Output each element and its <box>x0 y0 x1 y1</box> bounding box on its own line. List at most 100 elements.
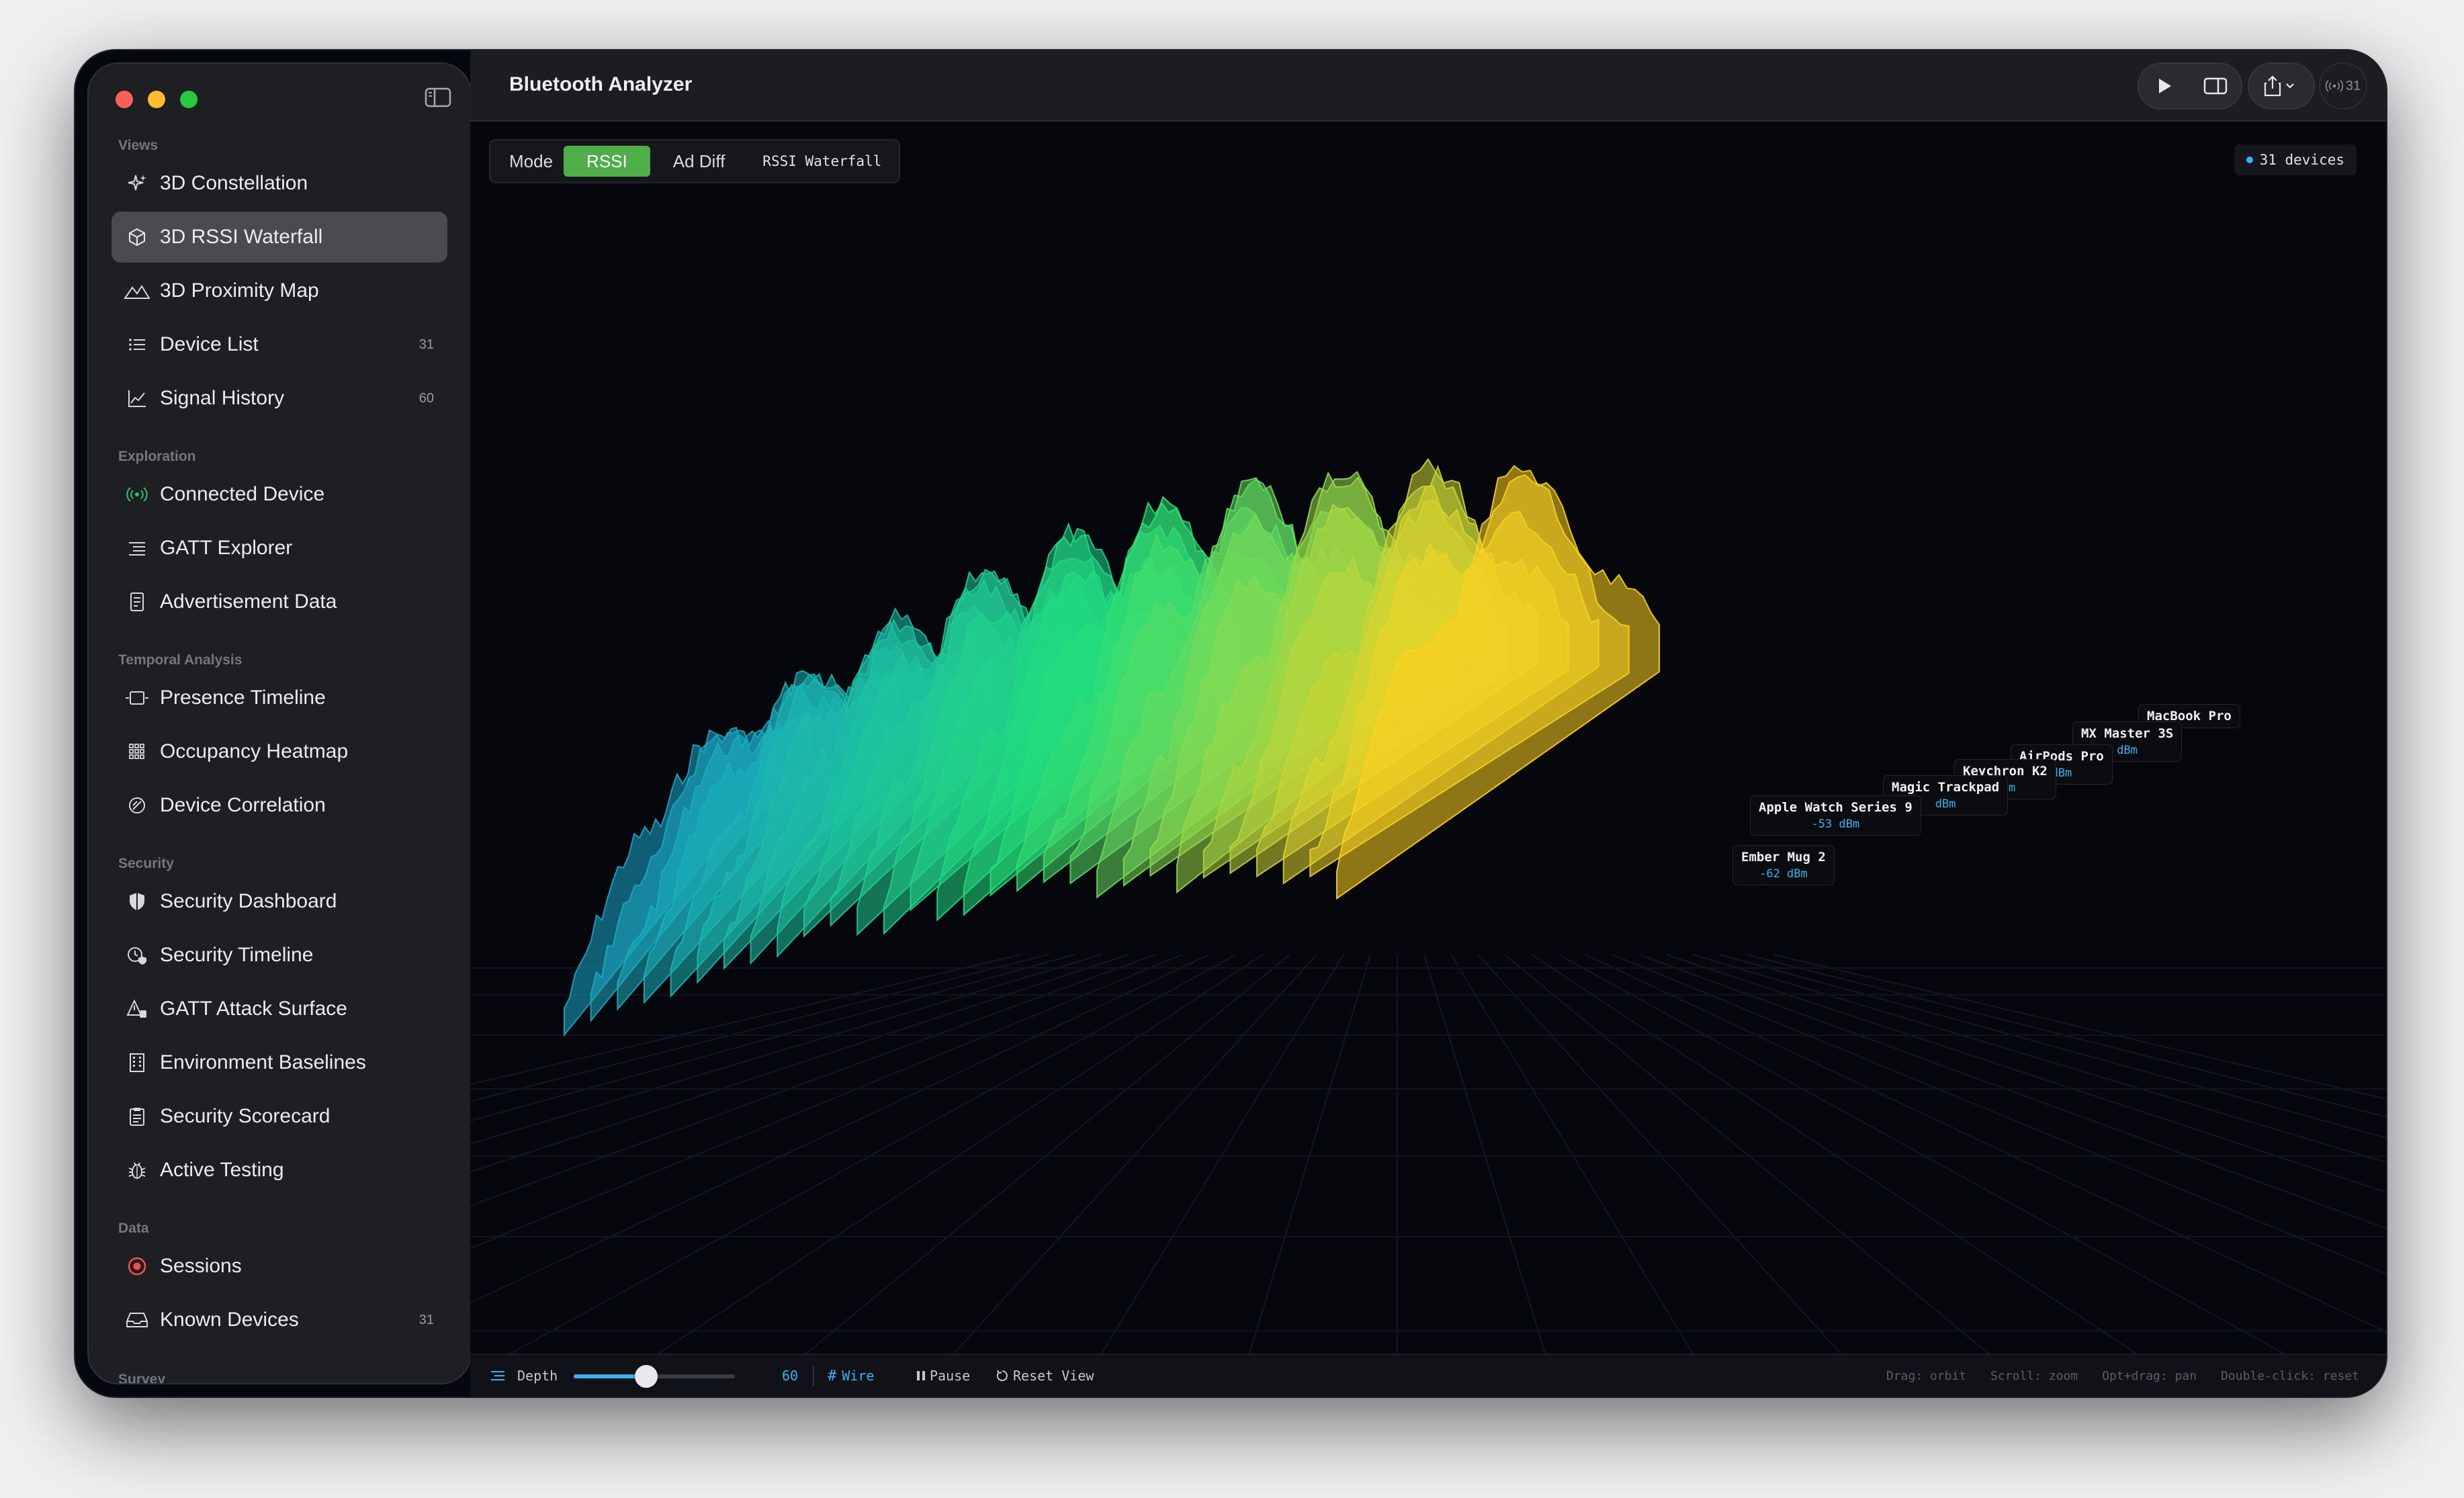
depth-value: 60 <box>782 1368 799 1384</box>
sidebar-item-known-devices[interactable]: Known Devices 31 <box>112 1294 447 1346</box>
building-icon <box>122 1048 152 1077</box>
sidebar-right-icon <box>2203 77 2228 95</box>
tray-icon <box>122 1305 152 1335</box>
wire-toggle-button[interactable]: # Wire <box>828 1355 874 1397</box>
sidebar-item-label: Connected Device <box>160 483 325 505</box>
sidebar-item-label: Known Devices <box>160 1309 299 1331</box>
sidebar-item-label: Security Dashboard <box>160 890 337 912</box>
sidebar-item-label: Sessions <box>160 1255 242 1277</box>
sidebar-item-label: Signal History <box>160 387 285 409</box>
device-label-name: Magic Trackpad <box>1892 780 2000 795</box>
device-count-button[interactable]: 31 <box>2320 64 2366 108</box>
line-chart-icon <box>122 384 152 413</box>
clipboard-icon <box>122 1102 152 1131</box>
device-label-name: Ember Mug 2 <box>1741 850 1826 865</box>
floor-grid <box>470 954 2386 1397</box>
hash-icon: # <box>828 1367 837 1384</box>
toolbar-device-count: 31 <box>2345 78 2361 93</box>
pause-icon <box>917 1371 925 1380</box>
sidebar-item-security-dashboard[interactable]: Security Dashboard <box>112 876 447 927</box>
correlation-icon <box>122 791 152 820</box>
sidebar-item-label: 3D RSSI Waterfall <box>160 226 323 248</box>
device-label-rssi: -53 dBm <box>1811 818 1860 831</box>
reset-view-button[interactable]: Reset View <box>996 1355 1094 1397</box>
sidebar-item-security-timeline[interactable]: Security Timeline <box>112 930 447 981</box>
app-window: Views 3D Constellation 3D RSSI Waterfall… <box>75 50 2386 1397</box>
mode-segmented-control: Mode RSSI Ad Diff RSSI Waterfall <box>490 140 899 182</box>
sidebar-item-sessions[interactable]: Sessions <box>112 1241 447 1292</box>
timeline-icon <box>122 683 152 713</box>
window-controls <box>116 91 197 108</box>
sidebar-item-active-testing[interactable]: Active Testing <box>112 1145 447 1196</box>
device-label-name: Apple Watch Series 9 <box>1759 800 1912 815</box>
sidebar-item-3d-rssi-waterfall[interactable]: 3D RSSI Waterfall <box>112 212 447 263</box>
sidebar-item-device-list[interactable]: Device List 31 <box>112 319 447 370</box>
sidebar-item-label: GATT Explorer <box>160 537 293 559</box>
inspector-toggle-button[interactable] <box>2190 64 2241 108</box>
sidebar-item-device-correlation[interactable]: Device Correlation <box>112 780 447 831</box>
sidebar-item-label: Device Correlation <box>160 794 326 816</box>
sidebar-item-signal-history[interactable]: Signal History 60 <box>112 373 447 424</box>
divider <box>813 1366 814 1386</box>
waterfall-surface <box>564 457 1660 1037</box>
pause-button[interactable]: Pause <box>916 1355 970 1397</box>
device-label-name: MX Master 3S <box>2081 726 2174 741</box>
play-button[interactable] <box>2139 64 2190 108</box>
mode-option-rssi[interactable]: RSSI <box>564 146 650 177</box>
hint-reset: Double-click: reset <box>2221 1368 2359 1383</box>
pause-label: Pause <box>930 1368 971 1384</box>
device-label[interactable]: Apple Watch Series 9 -53 dBm <box>1751 796 1921 835</box>
device-count-indicator: 31 <box>2320 64 2366 108</box>
history-count-badge: 60 <box>419 390 434 406</box>
shield-icon <box>122 887 152 916</box>
sidebar-item-security-scorecard[interactable]: Security Scorecard <box>112 1091 447 1142</box>
clock-shield-icon <box>122 940 152 970</box>
cube-icon <box>122 222 152 252</box>
section-label-data: Data <box>118 1221 149 1236</box>
depth-label: Depth <box>517 1368 558 1384</box>
waterfall-view[interactable]: Mode RSSI Ad Diff RSSI Waterfall 31 devi… <box>470 122 2386 1397</box>
share-menu-button[interactable] <box>2249 64 2314 108</box>
depth-slider[interactable] <box>574 1365 735 1388</box>
reset-view-label: Reset View <box>1013 1368 1094 1384</box>
sidebar-toggle-icon[interactable] <box>425 87 451 108</box>
sidebar-item-label: GATT Attack Surface <box>160 998 347 1020</box>
indented-list-icon <box>122 533 152 563</box>
title-bar: Bluetooth Analyzer 31 <box>470 50 2386 122</box>
sidebar-item-gatt-explorer[interactable]: GATT Explorer <box>112 523 447 574</box>
minimize-window-button[interactable] <box>148 91 165 108</box>
sidebar-item-occupancy-heatmap[interactable]: Occupancy Heatmap <box>112 726 447 777</box>
wire-label: Wire <box>842 1368 875 1384</box>
device-label[interactable]: Ember Mug 2 -62 dBm <box>1733 846 1834 885</box>
depth-control: Depth <box>489 1355 558 1397</box>
view-name-label: RSSI Waterfall <box>762 153 882 169</box>
depth-list-icon <box>491 1371 504 1380</box>
playback-toolbar-group <box>2139 64 2241 108</box>
close-window-button[interactable] <box>116 91 133 108</box>
sidebar-item-label: Security Scorecard <box>160 1105 331 1127</box>
sidebar-item-environment-baselines[interactable]: Environment Baselines <box>112 1037 447 1088</box>
sidebar-item-3d-proximity-map[interactable]: 3D Proximity Map <box>112 265 447 316</box>
sidebar-item-connected-device[interactable]: Connected Device <box>112 469 447 520</box>
list-icon <box>122 330 152 359</box>
depth-slider-thumb[interactable] <box>635 1365 658 1388</box>
bottom-control-bar: Depth 60 # Wire Pause Reset View Drag: o… <box>470 1354 2386 1397</box>
sidebar-item-label: Advertisement Data <box>160 590 337 613</box>
sidebar-item-label: 3D Proximity Map <box>160 279 319 302</box>
record-icon <box>122 1251 152 1281</box>
sidebar-item-3d-constellation[interactable]: 3D Constellation <box>112 158 447 209</box>
zoom-window-button[interactable] <box>180 91 197 108</box>
sidebar-item-gatt-attack-surface[interactable]: GATT Attack Surface <box>112 983 447 1034</box>
hint-pan: Opt+drag: pan <box>2102 1368 2197 1383</box>
play-icon <box>2159 79 2171 93</box>
sidebar-item-presence-timeline[interactable]: Presence Timeline <box>112 672 447 723</box>
mode-option-ad-diff[interactable]: Ad Diff <box>650 146 748 177</box>
sparkles-icon <box>122 169 152 198</box>
sidebar-item-advertisement-data[interactable]: Advertisement Data <box>112 576 447 627</box>
device-label-name: MacBook Pro <box>2147 709 2232 723</box>
antenna-icon <box>2325 80 2343 92</box>
status-dot <box>2246 157 2253 163</box>
grid-icon <box>122 737 152 766</box>
share-icon <box>2249 64 2314 108</box>
known-devices-count-badge: 31 <box>419 1312 434 1327</box>
